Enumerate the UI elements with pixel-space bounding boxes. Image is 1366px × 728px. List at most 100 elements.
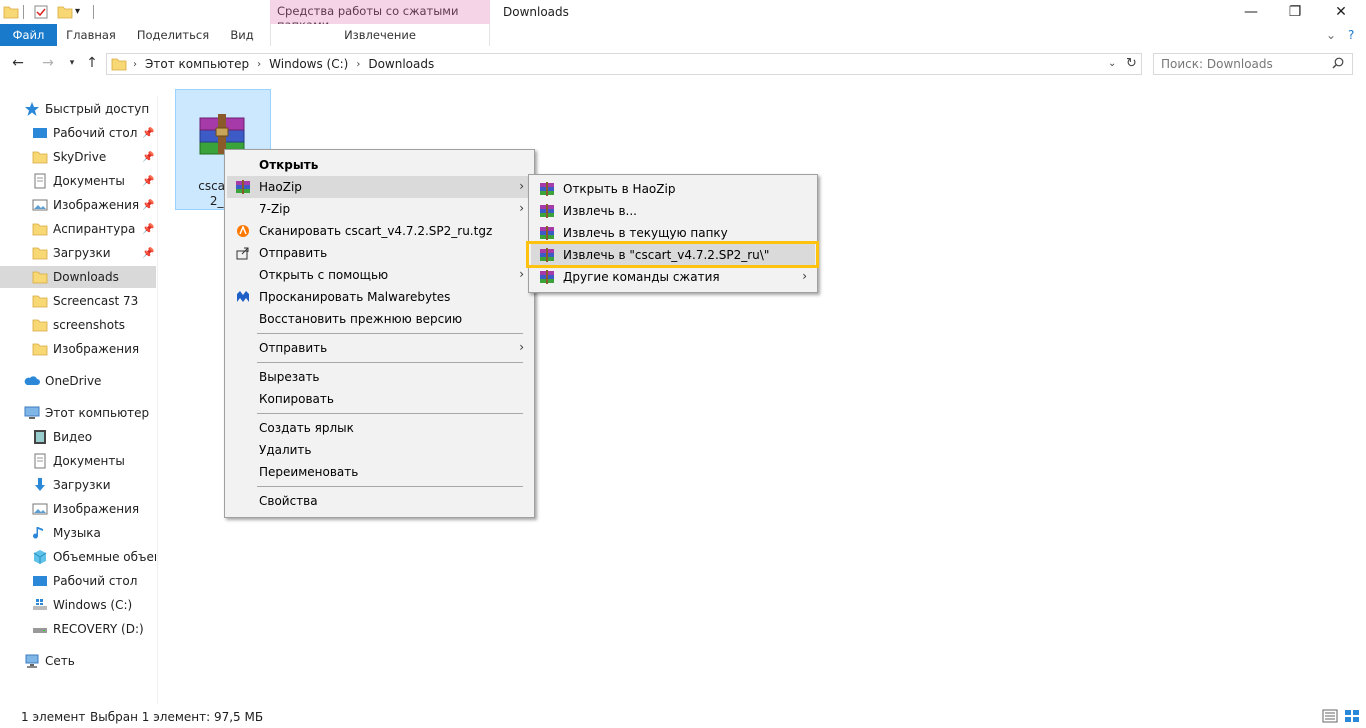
nav-item-documents[interactable]: Документы 📌	[0, 170, 156, 192]
close-button[interactable]: ✕	[1318, 0, 1364, 24]
nav-label: Изображения	[53, 198, 140, 212]
nav-item-images-folder[interactable]: Изображения	[0, 338, 156, 360]
details-view-icon[interactable]	[1322, 709, 1338, 726]
pin-icon[interactable]: 📌	[142, 152, 154, 163]
breadcrumb-downloads[interactable]: Downloads	[368, 57, 434, 71]
nav-item-desktop[interactable]: Рабочий стол 📌	[0, 122, 156, 144]
desktop-icon	[32, 125, 48, 141]
nav-label: Downloads	[53, 270, 119, 284]
menu-item-restore-version[interactable]: Восстановить прежнюю версию	[227, 308, 532, 330]
menu-item-share[interactable]: Отправить	[227, 242, 532, 264]
nav-label: Этот компьютер	[45, 406, 150, 420]
chevron-right-icon[interactable]: ›	[257, 59, 261, 70]
chevron-right-icon[interactable]: ›	[356, 59, 360, 70]
new-folder-icon[interactable]	[57, 4, 73, 20]
haozip-icon	[539, 203, 555, 219]
submenu-item-open-in-haozip[interactable]: Открыть в HaoZip	[531, 178, 815, 200]
nav-item-pc-pictures[interactable]: Изображения	[0, 498, 156, 520]
nav-item-3d-objects[interactable]: Объемные объекты	[0, 546, 156, 568]
pin-icon[interactable]: 📌	[142, 248, 154, 259]
chevron-right-icon: ›	[519, 340, 524, 354]
minimize-button[interactable]: —	[1228, 0, 1274, 24]
refresh-icon[interactable]: ↻	[1126, 56, 1137, 71]
address-bar[interactable]: › Этот компьютер › Windows (C:) › Downlo…	[106, 53, 1142, 75]
nav-label: Документы	[53, 454, 125, 468]
menu-separator	[257, 362, 523, 363]
menu-item-properties[interactable]: Свойства	[227, 490, 532, 512]
back-icon[interactable]: ←	[10, 54, 26, 72]
nav-item-music[interactable]: Музыка	[0, 522, 156, 544]
pin-icon[interactable]: 📌	[142, 224, 154, 235]
nav-item-video[interactable]: Видео	[0, 426, 156, 448]
menu-item-send-to[interactable]: Отправить ›	[227, 337, 532, 359]
folder-icon[interactable]	[3, 4, 19, 20]
pin-icon[interactable]: 📌	[142, 200, 154, 211]
nav-item-postgrad[interactable]: Аспирантура 📌	[0, 218, 156, 240]
download-arrow-icon	[32, 477, 48, 493]
nav-item-pc-desktop[interactable]: Рабочий стол	[0, 570, 156, 592]
nav-item-screencast[interactable]: Screencast 73	[0, 290, 156, 312]
star-icon	[24, 101, 40, 117]
properties-icon[interactable]	[33, 4, 49, 20]
menu-item-open-with[interactable]: Открыть с помощью ›	[227, 264, 532, 286]
nav-item-skydrive[interactable]: SkyDrive 📌	[0, 146, 156, 168]
customize-toolbar-icon[interactable]: ▾	[75, 4, 91, 20]
menu-item-copy[interactable]: Копировать	[227, 388, 532, 410]
title-bar: ▾ Средства работы со сжатыми папками Dow…	[0, 0, 1366, 32]
expand-ribbon-icon[interactable]: ⌄	[1326, 28, 1336, 42]
computer-icon	[24, 405, 40, 421]
submenu-item-extract-to[interactable]: Извлечь в...	[531, 200, 815, 222]
nav-quick-access[interactable]: Быстрый доступ	[0, 98, 156, 120]
search-input[interactable]: Поиск: Downloads	[1153, 53, 1353, 75]
large-icons-view-icon[interactable]	[1344, 709, 1360, 726]
menu-item-open[interactable]: Открыть	[227, 154, 532, 176]
haozip-icon	[539, 225, 555, 241]
folder-icon	[32, 341, 48, 357]
nav-item-zagruzki[interactable]: Загрузки 📌	[0, 242, 156, 264]
window-title: Downloads	[503, 5, 569, 19]
nav-label: Загрузки	[53, 478, 111, 492]
tab-share[interactable]: Поделиться	[130, 24, 216, 46]
nav-item-pc-documents[interactable]: Документы	[0, 450, 156, 472]
pin-icon[interactable]: 📌	[142, 128, 154, 139]
menu-item-rename[interactable]: Переименовать	[227, 461, 532, 483]
nav-item-downloads[interactable]: Downloads	[0, 266, 156, 288]
nav-item-pc-downloads[interactable]: Загрузки	[0, 474, 156, 496]
pin-icon[interactable]: 📌	[142, 176, 154, 187]
tab-file[interactable]: Файл	[0, 24, 57, 46]
menu-item-delete[interactable]: Удалить	[227, 439, 532, 461]
menu-item-haozip[interactable]: HaoZip ›	[227, 176, 532, 198]
menu-item-cut[interactable]: Вырезать	[227, 366, 532, 388]
breadcrumb-this-pc[interactable]: Этот компьютер	[145, 57, 249, 71]
menu-item-scan-avast[interactable]: Сканировать cscart_v4.7.2.SP2_ru.tgz	[227, 220, 532, 242]
status-item-count: 1 элемент	[21, 710, 86, 724]
submenu-item-other-commands[interactable]: Другие команды сжатия ›	[531, 266, 815, 288]
help-icon[interactable]: ?	[1348, 28, 1354, 42]
nav-item-pictures[interactable]: Изображения 📌	[0, 194, 156, 216]
tab-view[interactable]: Вид	[222, 24, 262, 46]
forward-icon[interactable]: →	[40, 54, 56, 72]
nav-onedrive[interactable]: OneDrive	[0, 370, 156, 392]
nav-network[interactable]: Сеть	[0, 650, 156, 672]
nav-label: Screencast 73	[53, 294, 139, 308]
folder-icon	[32, 149, 48, 165]
nav-label: SkyDrive	[53, 150, 107, 164]
maximize-button[interactable]: ❐	[1272, 0, 1318, 24]
up-icon[interactable]: ↑	[84, 54, 100, 72]
nav-item-drive-d[interactable]: RECOVERY (D:)	[0, 618, 156, 640]
nav-item-drive-c[interactable]: Windows (C:)	[0, 594, 156, 616]
nav-this-pc[interactable]: Этот компьютер	[0, 402, 156, 424]
breadcrumb-drive-c[interactable]: Windows (C:)	[269, 57, 348, 71]
tab-home[interactable]: Главная	[62, 24, 120, 46]
menu-item-7zip[interactable]: 7-Zip ›	[227, 198, 532, 220]
chevron-right-icon[interactable]: ›	[133, 59, 137, 70]
menu-item-malwarebytes[interactable]: Просканировать Malwarebytes	[227, 286, 532, 308]
address-history-icon[interactable]: ⌄	[1108, 58, 1116, 69]
menu-item-create-shortcut[interactable]: Создать ярлык	[227, 417, 532, 439]
haozip-icon	[235, 179, 251, 195]
pictures-icon	[32, 501, 48, 517]
nav-label: Сеть	[45, 654, 75, 668]
pictures-icon	[32, 197, 48, 213]
nav-item-screenshots[interactable]: screenshots	[0, 314, 156, 336]
recent-locations-icon[interactable]: ▾	[64, 54, 80, 72]
